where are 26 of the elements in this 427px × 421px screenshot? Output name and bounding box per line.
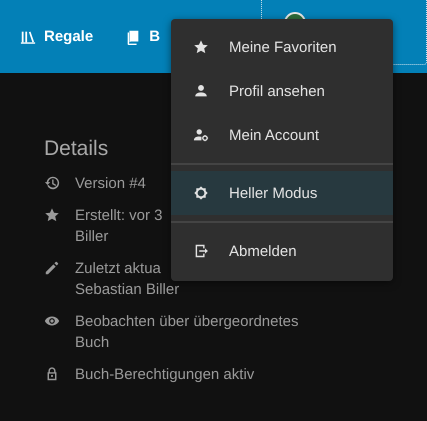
pencil-icon [44,260,60,276]
logout-icon [193,243,209,259]
book-icon [125,28,142,44]
nav-link[interactable]: Regale [20,28,94,45]
star-icon [193,39,209,55]
detail-text: Erstellt: vor 3 [75,206,163,226]
detail-text: Zuletzt aktua [75,259,162,279]
person-gear-icon [193,127,209,143]
menu-item[interactable]: Mein Account [171,113,393,157]
detail-text: Beobachten über übergeordnetes [75,312,299,332]
sun-icon [193,185,209,201]
nav-link[interactable]: B [125,28,160,45]
section-heading: Details [44,137,110,161]
menu-item[interactable]: Profil ansehen [171,69,393,113]
history-icon [44,175,60,191]
detail-text: Version #4 [75,174,146,194]
menu-item[interactable]: Abmelden [171,229,393,273]
shelves-icon [20,28,36,44]
menu-item[interactable]: Meine Favoriten [171,25,393,69]
detail-text: Sebastian Biller [75,280,180,300]
star-icon [44,207,60,223]
detail-text: Biller [75,227,110,247]
menu-item[interactable]: Heller Modus [171,171,393,215]
detail-text: Buch-Berechtigungen aktiv [75,365,254,385]
detail-text: Buch [75,333,110,353]
person-icon [193,83,209,99]
